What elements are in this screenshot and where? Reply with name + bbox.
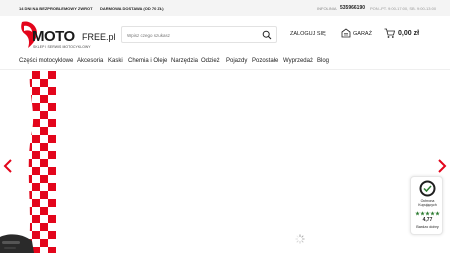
cart-button[interactable]: 0,00 zł — [384, 28, 428, 40]
nav-item-akcesoria[interactable]: Akcesoria — [77, 58, 103, 64]
main-navigation: Części motocyklowe Akcesoria Kaski Chemi… — [0, 54, 450, 70]
nav-item-blog[interactable]: Blog — [317, 58, 329, 64]
cart-total: 0,00 zł — [398, 30, 420, 37]
helmet-image — [0, 234, 34, 253]
nav-item-narzedzia[interactable]: Narzędzia — [171, 58, 198, 64]
cart-icon — [384, 28, 395, 38]
nav-item-pozostale[interactable]: Pozostałe — [252, 58, 278, 64]
slider-prev-arrow-icon[interactable] — [3, 159, 13, 173]
search-box — [121, 26, 277, 43]
nav-item-kaski[interactable]: Kaski — [108, 58, 123, 64]
garage-link[interactable]: GARAŻ — [341, 28, 375, 40]
badge-title: Ochrona Kupujących — [418, 199, 437, 208]
shipping-info: DARMOWA DOSTAWA (OD 70 ZŁ) — [100, 6, 164, 11]
garage-icon — [341, 28, 351, 38]
rating-score: 4,77 — [422, 217, 433, 223]
logo-moto-text: MOTO — [32, 28, 75, 45]
loading-spinner-icon — [295, 234, 305, 244]
buyer-protection-badge[interactable]: Ochrona Kupujących 4,77 Bardzo dobry — [410, 176, 443, 235]
returns-info: 14 DNI NA BEZPROBLEMOWY ZWROT — [19, 6, 93, 11]
slider-next-arrow-icon[interactable] — [437, 159, 447, 173]
top-info-bar: 14 DNI NA BEZPROBLEMOWY ZWROT DARMOWA DO… — [0, 0, 450, 16]
hero-slider — [0, 71, 450, 253]
nav-item-wyprzedaz[interactable]: Wyprzedaż — [283, 58, 313, 64]
login-link[interactable]: ZALOGUJ SIĘ — [290, 31, 326, 37]
nav-item-chemia[interactable]: Chemia i Oleje — [128, 58, 167, 64]
hotline-label: INFOLINIA — [317, 6, 337, 11]
nav-item-czesci[interactable]: Części motocyklowe — [19, 58, 73, 64]
logo-free-text: FREE.pl — [82, 32, 116, 42]
site-header: MOTO FREE.pl SKLEP I SERWIS MOTOCYKLOWY … — [0, 16, 450, 54]
garage-label: GARAŻ — [353, 31, 372, 37]
opening-hours: PON.-PT. 9:00-17:00, SB. 9:00-13:00 — [370, 6, 437, 11]
trusted-shop-seal-icon — [419, 180, 436, 197]
search-icon[interactable] — [262, 30, 272, 40]
site-logo[interactable]: MOTO FREE.pl SKLEP I SERWIS MOTOCYKLOWY — [19, 20, 116, 54]
logo-tagline: SKLEP I SERWIS MOTOCYKLOWY — [33, 45, 91, 49]
rating-stars — [415, 211, 440, 216]
rating-label: Bardzo dobry — [416, 225, 439, 229]
nav-item-pojazdy[interactable]: Pojazdy — [226, 58, 247, 64]
nav-item-odziez[interactable]: Odzież — [201, 58, 220, 64]
hotline-phone[interactable]: 535966190 — [340, 5, 365, 11]
search-input[interactable] — [127, 30, 257, 40]
